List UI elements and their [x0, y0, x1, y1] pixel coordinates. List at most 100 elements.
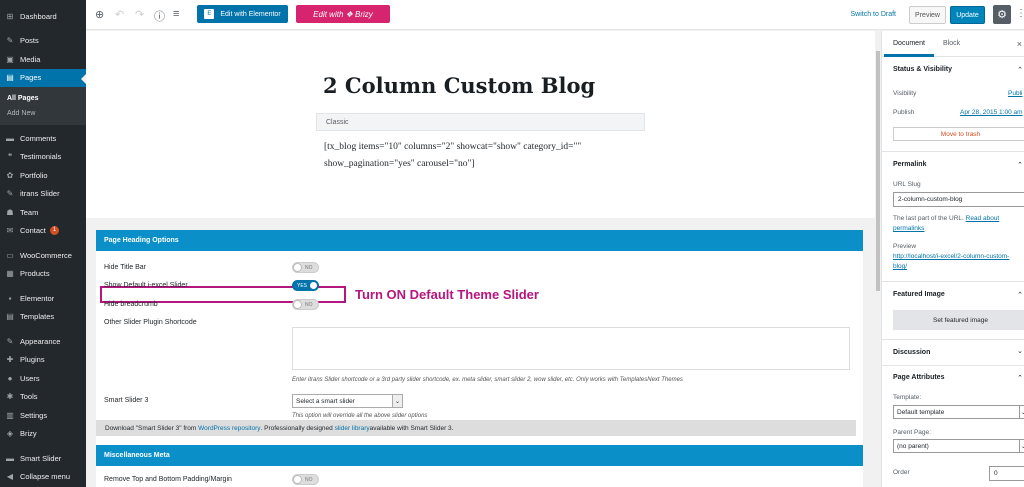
edit-with-brizy-button[interactable]: Edit with ❖ Brizy [296, 5, 390, 23]
update-button[interactable]: Update [950, 6, 985, 24]
undo-icon[interactable]: ↶ [115, 8, 124, 21]
remove-padding-toggle[interactable]: NO [292, 474, 319, 485]
classic-block-toolbar[interactable]: Classic [316, 113, 645, 131]
page-heading-options-title[interactable]: Page Heading Options [96, 230, 863, 251]
sidebar-item-elementor[interactable]: ▪ Elementor [0, 289, 86, 308]
template-select[interactable]: Default template⌄ [893, 405, 1024, 419]
chevron-up-icon[interactable]: ⌃ [1017, 374, 1023, 382]
order-input[interactable]: 0 [989, 466, 1024, 481]
sidebar-item-templates[interactable]: ▤ Templates [0, 308, 86, 327]
sidebar-item-brizy[interactable]: ◈ Brizy [0, 425, 86, 444]
sidebar-item-appearance[interactable]: ✎ Appearance [0, 332, 86, 351]
smart-slider-icon: ▬ [6, 453, 14, 463]
sidebar-item-label: Comments [20, 133, 57, 143]
elementor-icon: ▪ [8, 293, 12, 303]
chevron-up-icon[interactable]: ⌃ [1017, 161, 1023, 169]
tab-block[interactable]: Block [943, 40, 960, 47]
sidebar-item-label: Pages [20, 73, 42, 83]
sidebar-item-media[interactable]: ▣ Media [0, 50, 86, 69]
preview-url-link-cont[interactable]: blog/ [893, 263, 907, 270]
sidebar-item-label: Posts [20, 36, 39, 46]
sidebar-item-dashboard[interactable]: ⊞ Dashboard [0, 7, 86, 26]
smart-slider-select[interactable]: Select a smart slider ⌄ [292, 394, 403, 408]
settings-gear-button[interactable]: ⚙ [993, 5, 1011, 24]
preview-button[interactable]: Preview [909, 6, 946, 24]
collapse-icon: ◀ [6, 472, 14, 482]
hide-breadcrumb-toggle[interactable]: NO [292, 299, 319, 310]
show-default-slider-toggle[interactable]: YES [292, 280, 319, 291]
sidebar-item-comments[interactable]: ▬ Comments [0, 129, 86, 148]
sidebar-item-contact[interactable]: ✉ Contact 1 [0, 222, 86, 241]
submenu-add-new[interactable]: Add New [0, 106, 86, 121]
hide-title-bar-label: Hide Title Bar [104, 264, 147, 271]
read-about-permalinks-link[interactable]: Read about [966, 215, 1000, 222]
outline-icon[interactable]: ≡ [173, 8, 179, 20]
sidebar-item-testimonials[interactable]: ❝ Testimonials [0, 148, 86, 167]
sidebar-item-team[interactable]: ☗ Team [0, 203, 86, 222]
switch-to-draft-link[interactable]: Switch to Draft [850, 11, 896, 18]
permalink-section: Permalink ⌃ URL Slug The last part of th… [882, 152, 1024, 282]
discussion-title[interactable]: Discussion [893, 349, 930, 356]
sidebar-item-woocommerce[interactable]: ▭ WooCommerce [0, 246, 86, 265]
hide-title-bar-toggle[interactable]: NO [292, 262, 319, 273]
url-slug-input[interactable]: 2-column-custom-blog [893, 192, 1024, 207]
sidebar-item-plugins[interactable]: ✚ Plugins [0, 351, 86, 370]
sidebar-item-posts[interactable]: ✎ Posts [0, 32, 86, 51]
featured-image-title[interactable]: Featured Image [893, 291, 945, 298]
sidebar-collapse-menu[interactable]: ◀ Collapse menu [0, 468, 86, 487]
publish-date[interactable]: Apr 28, 2015 1:00 am [960, 109, 1023, 116]
smart-slider-notice: Download "Smart Slider 3" from WordPress… [96, 420, 856, 436]
wordpress-repository-link[interactable]: WordPress repository [198, 425, 260, 432]
sidebar-item-label: Dashboard [20, 11, 57, 21]
sidebar-item-itrans-slider[interactable]: ✎ itrans Slider [0, 185, 86, 204]
sidebar-item-smart-slider[interactable]: ▬ Smart Slider [0, 449, 86, 468]
close-icon[interactable]: × [1017, 39, 1022, 49]
tab-document[interactable]: Document [884, 40, 934, 57]
sidebar-item-label: Brizy [20, 429, 37, 439]
permalink-title[interactable]: Permalink [893, 161, 926, 168]
slider-library-link[interactable]: slider library [335, 425, 370, 432]
pages-submenu: All Pages Add New [0, 87, 86, 125]
permalinks-link[interactable]: permalinks [893, 225, 924, 232]
sidebar-item-pages[interactable]: ▤ Pages [0, 68, 86, 87]
url-slug-label: URL Slug [893, 181, 921, 188]
publish-label: Publish [893, 109, 915, 116]
status-visibility-title[interactable]: Status & Visibility [893, 66, 952, 73]
editor-canvas: 2 Column Custom Blog Classic [tx_blog it… [86, 31, 880, 487]
post-title[interactable]: 2 Column Custom Blog [323, 73, 595, 98]
slug-help-text: The last part of the URL. Read about [893, 215, 1000, 222]
sidebar-item-label: Templates [20, 312, 55, 322]
other-shortcode-label: Other Slider Plugin Shortcode [104, 319, 197, 326]
edit-with-elementor-button[interactable]: E Edit with Elementor [197, 5, 288, 23]
sidebar-item-tools[interactable]: ✱ Tools [0, 388, 86, 407]
sidebar-item-portfolio[interactable]: ✿ Portfolio [0, 166, 86, 185]
add-block-icon[interactable]: ⊕ [95, 8, 104, 21]
sidebar-item-label: Plugins [20, 355, 45, 365]
preview-url-link[interactable]: http://localhost/i-excel/2-column-custom… [893, 253, 1009, 260]
page-attributes-title[interactable]: Page Attributes [893, 374, 944, 381]
miscellaneous-meta-panel: Miscellaneous Meta Remove Top and Bottom… [96, 445, 863, 487]
redo-icon[interactable]: ↷ [135, 8, 144, 21]
visibility-value[interactable]: Publi [1008, 90, 1022, 97]
settings-sidebar: Document Block × Status & Visibility ⌃ V… [881, 31, 1024, 487]
mail-icon: ✉ [6, 226, 14, 236]
classic-block-content[interactable]: [tx_blog items="10" columns="2" showcat=… [324, 139, 624, 173]
chevron-up-icon[interactable]: ⌃ [1017, 291, 1023, 299]
chevron-up-icon[interactable]: ⌃ [1017, 66, 1023, 74]
info-icon[interactable]: ⓘ [154, 8, 165, 24]
sidebar-item-products[interactable]: ▦ Products [0, 265, 86, 284]
miscellaneous-meta-title[interactable]: Miscellaneous Meta [96, 445, 863, 466]
sidebar-item-users[interactable]: ● Users [0, 369, 86, 388]
sidebar-item-label: Contact [20, 226, 46, 236]
parent-page-select[interactable]: (no parent)⌄ [893, 439, 1024, 453]
submenu-all-pages[interactable]: All Pages [0, 91, 86, 106]
other-shortcode-textarea[interactable] [292, 327, 850, 370]
chevron-down-icon[interactable]: ⌄ [1017, 347, 1023, 355]
more-options-icon[interactable]: ⋮ [1016, 8, 1024, 19]
sidebar-item-settings[interactable]: ▥ Settings [0, 406, 86, 425]
templates-icon: ▤ [6, 312, 14, 322]
set-featured-image-button[interactable]: Set featured image [893, 310, 1024, 330]
settings-icon: ▥ [6, 410, 14, 420]
sidebar-item-label: Products [20, 269, 50, 279]
move-to-trash-button[interactable]: Move to trash [893, 127, 1024, 141]
